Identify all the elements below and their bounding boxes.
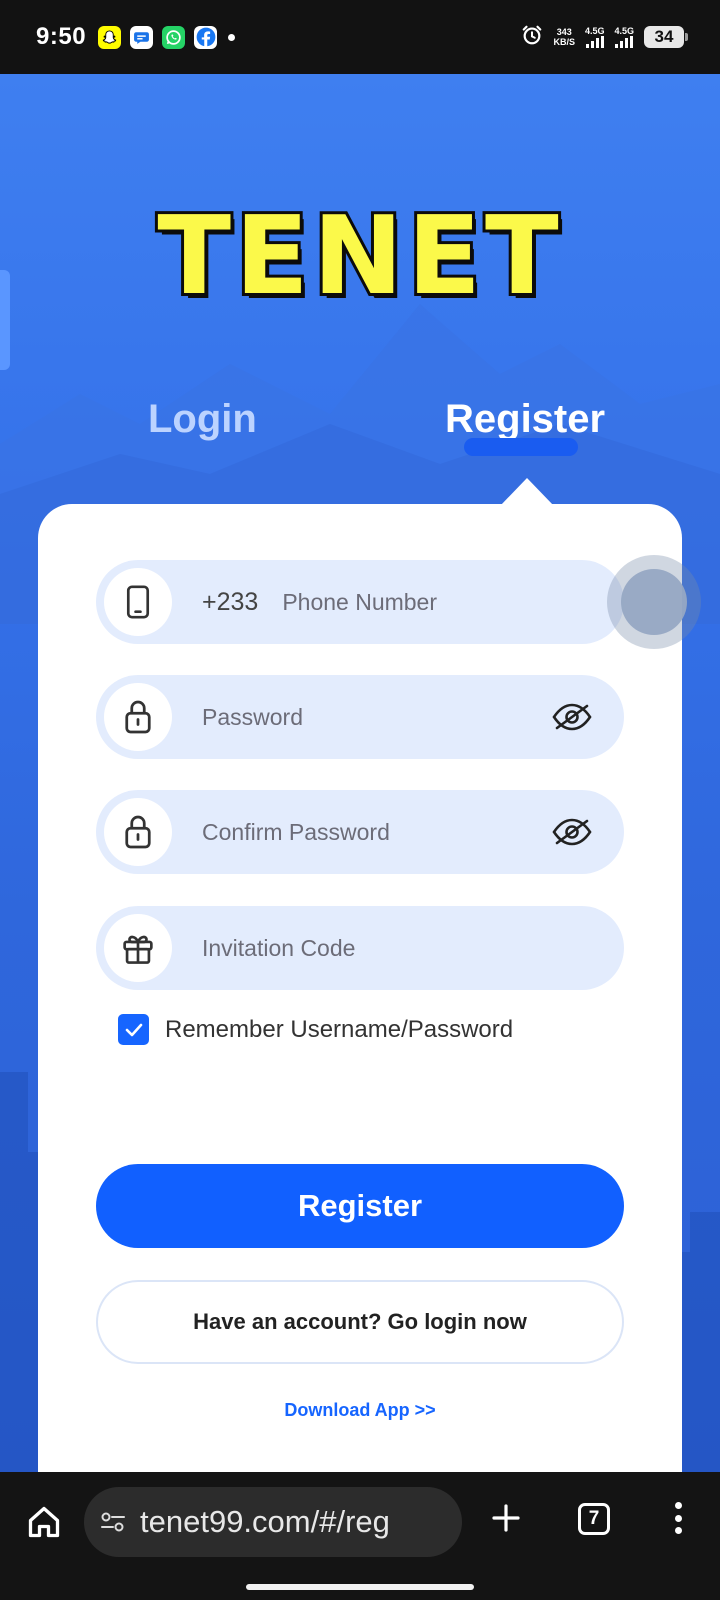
signal-label: 4.5G [584,26,605,36]
tab-register[interactable]: Register [445,397,605,442]
browser-toolbar: tenet99.com/#/reg 7 [0,1472,720,1600]
active-tab-indicator [464,438,578,456]
more-notifications-dot [228,33,236,41]
gift-icon [104,914,172,982]
password-input[interactable] [202,687,550,747]
plus-icon[interactable] [488,1500,524,1536]
net-speed-value: 343 [556,27,572,37]
notification-icons [98,25,236,49]
download-app-link[interactable]: Download App >> [38,1400,682,1421]
app-logo: TENET [154,191,563,322]
remember-checkbox[interactable] [118,1014,149,1045]
url-text[interactable]: tenet99.com/#/reg [140,1504,390,1540]
facebook-icon [194,25,218,49]
signal-sim2: 4.5G [614,26,634,48]
address-bar[interactable]: tenet99.com/#/reg [84,1487,462,1557]
confirm-password-input[interactable] [202,802,550,862]
auth-tabs: Login Register [0,397,720,467]
confirm-password-field [96,790,624,874]
lock-icon [104,683,172,751]
whatsapp-icon [162,25,186,49]
alarm-icon [521,24,543,51]
battery-level: 34 [654,27,674,46]
signal-bars-icon [585,36,604,48]
register-page: TENET Login Register +233 Phone Number I… [0,74,720,1472]
remember-credentials[interactable]: Remember Username/Password [118,1014,513,1045]
country-code[interactable]: +233 [202,588,258,617]
status-bar: 9:50 343 KB/S 4.5G 4.5G 34 [0,0,720,74]
signal-label: 4.5G [614,26,634,36]
snapchat-icon [98,25,122,49]
invitation-code-input[interactable] [202,918,624,978]
go-login-button[interactable]: Have an account? Go login now [96,1280,624,1364]
tab-login[interactable]: Login [148,397,257,442]
net-speed-unit: KB/S [553,37,575,47]
tab-switcher-button[interactable]: 7 [578,1503,610,1535]
remember-label: Remember Username/Password [165,1015,514,1043]
gesture-navigation-bar[interactable] [246,1584,474,1590]
site-settings-icon[interactable] [98,1507,128,1537]
register-form-card: +233 Phone Number Invitation Code Rememb… [38,504,701,1472]
more-vert-icon[interactable] [665,1498,691,1538]
battery-icon: 34 [644,26,688,48]
register-button[interactable]: Register [96,1164,624,1248]
eye-off-icon[interactable] [550,695,594,739]
lock-icon [104,798,172,866]
card-pointer [500,478,554,506]
status-right: 343 KB/S 4.5G 4.5G 34 [521,24,688,51]
signal-sim1: 4.5G [584,26,605,48]
touch-indicator [607,555,701,649]
phone-icon [104,568,172,636]
eye-off-icon[interactable] [550,810,594,854]
invitation-code-field [96,906,624,990]
net-speed: 343 KB/S [553,27,575,47]
home-icon[interactable] [24,1502,64,1542]
phone-number-input[interactable] [282,572,624,632]
status-time: 9:50 [36,23,87,50]
chat-icon [130,25,154,49]
signal-bars-icon [615,36,634,48]
password-field [96,675,624,759]
phone-field: +233 [96,560,624,644]
